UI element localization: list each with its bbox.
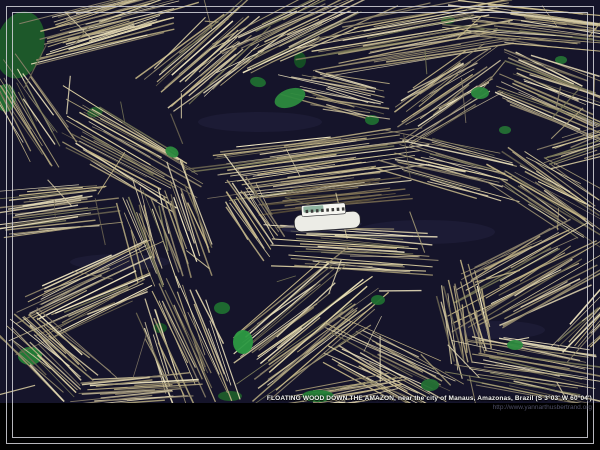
caption-url: http://www.yannarthusbertrand.org xyxy=(267,404,592,411)
caption-title: FLOATING WOOD DOWN THE AMAZON, near the … xyxy=(267,395,592,403)
wallpaper: FLOATING WOOD DOWN THE AMAZON, near the … xyxy=(0,0,600,450)
aerial-photo-floating-logs xyxy=(0,0,600,403)
photo-caption: FLOATING WOOD DOWN THE AMAZON, near the … xyxy=(267,395,592,411)
